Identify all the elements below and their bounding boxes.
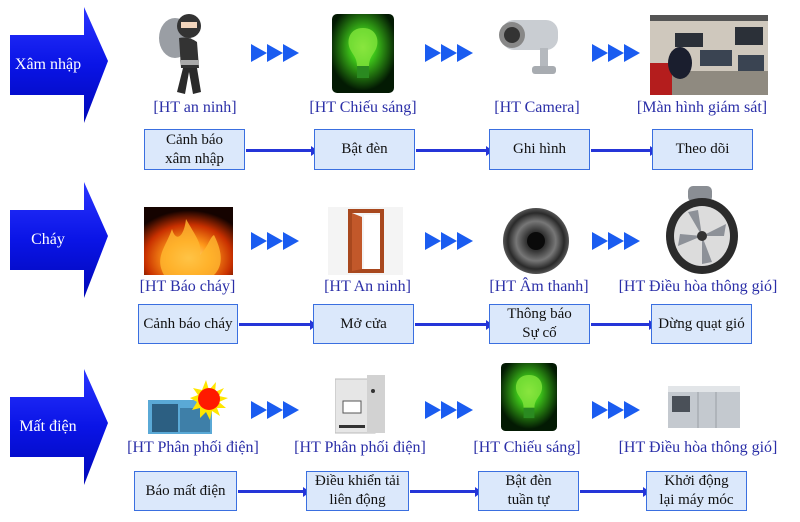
action-box: Khởi động lại máy móc [646, 471, 747, 511]
system-caption: [HT Điều hòa thông gió] [618, 439, 778, 456]
action-box: Bật đèn [314, 129, 415, 170]
action-text: Mở cửa [340, 315, 387, 332]
burglar-icon [155, 8, 215, 98]
ventilation-fan-icon [662, 184, 742, 276]
trigger-arrow-fire: Cháy [0, 180, 110, 300]
cctv-camera-icon [492, 14, 562, 86]
trigger-label: Cháy [31, 231, 65, 248]
flow-arrows-icon [425, 232, 473, 250]
flow-arrows-icon [251, 44, 299, 62]
trigger-label: Xâm nhập [14, 56, 82, 73]
action-text: Theo dõi [675, 141, 730, 157]
action-text: Khởi động lại máy móc [659, 473, 734, 508]
action-text: Bật đèn tuần tự [505, 473, 552, 508]
lightbulb-icon [501, 363, 557, 431]
action-box: Theo dõi [652, 129, 753, 170]
trigger-arrow-intrusion: Xâm nhập [0, 5, 110, 125]
fire-icon [144, 207, 233, 275]
system-caption: [HT Chiếu sáng] [473, 439, 581, 456]
system-caption: [HT Chiếu sáng] [309, 99, 417, 116]
connector-arrow [591, 145, 657, 156]
system-caption: [HT Âm thanh] [489, 278, 589, 295]
action-text: Ghi hình [513, 141, 566, 157]
system-caption: [Màn hình giám sát] [636, 99, 768, 116]
lightbulb-icon [332, 14, 394, 93]
action-box: Ghi hình [489, 129, 590, 170]
trigger-label: Mất điện [19, 418, 77, 435]
connector-arrow [415, 319, 493, 330]
action-box: Dừng quạt gió [651, 304, 752, 344]
flow-arrows-icon [592, 232, 640, 250]
action-box: Thông báo Sự cố [489, 304, 590, 344]
action-text: Thông báo Sự cố [507, 306, 572, 341]
action-text: Điều khiển tải liên động [315, 473, 400, 508]
action-text: Cảnh báo cháy [143, 315, 233, 332]
connector-arrow [246, 145, 318, 156]
flow-arrows-icon [251, 232, 299, 250]
flow-arrows-icon [592, 44, 640, 62]
action-text: Bật đèn [341, 141, 388, 157]
connector-arrow [416, 145, 493, 156]
generator-explosion-icon [148, 378, 228, 438]
power-controller-icon [334, 375, 385, 435]
action-text: Báo mất điện [145, 482, 226, 499]
speaker-icon [502, 207, 570, 275]
system-caption: [HT Camera] [494, 99, 580, 116]
connector-arrow [580, 486, 650, 497]
monitoring-room-icon [650, 15, 768, 95]
system-caption: [HT An ninh] [324, 278, 411, 295]
connector-arrow [239, 319, 317, 330]
action-box: Điều khiển tải liên động [306, 471, 409, 511]
system-caption: [HT Điều hòa thông gió] [618, 278, 778, 295]
action-box: Báo mất điện [134, 471, 237, 511]
flow-arrows-icon [251, 401, 299, 419]
flow-arrows-icon [592, 401, 640, 419]
connector-arrow [238, 486, 310, 497]
air-handling-unit-icon [668, 384, 740, 432]
system-caption: [HT Phân phối điện] [294, 439, 426, 456]
action-box: Bật đèn tuần tự [478, 471, 579, 511]
action-text: Cảnh báo xâm nhập [165, 131, 224, 167]
action-box: Cảnh báo xâm nhập [144, 129, 245, 170]
open-door-icon [328, 207, 403, 275]
connector-arrow [410, 486, 482, 497]
action-text: Dừng quạt gió [658, 315, 745, 332]
trigger-arrow-power-outage: Mất điện [0, 367, 110, 487]
system-caption: [HT Báo cháy] [139, 278, 236, 295]
flow-arrows-icon [425, 401, 473, 419]
system-caption: [HT an ninh] [153, 99, 237, 116]
action-box: Mở cửa [313, 304, 414, 344]
system-caption: [HT Phân phối điện] [127, 439, 259, 456]
flow-arrows-icon [425, 44, 473, 62]
connector-arrow [591, 319, 656, 330]
action-box: Cảnh báo cháy [138, 304, 238, 344]
